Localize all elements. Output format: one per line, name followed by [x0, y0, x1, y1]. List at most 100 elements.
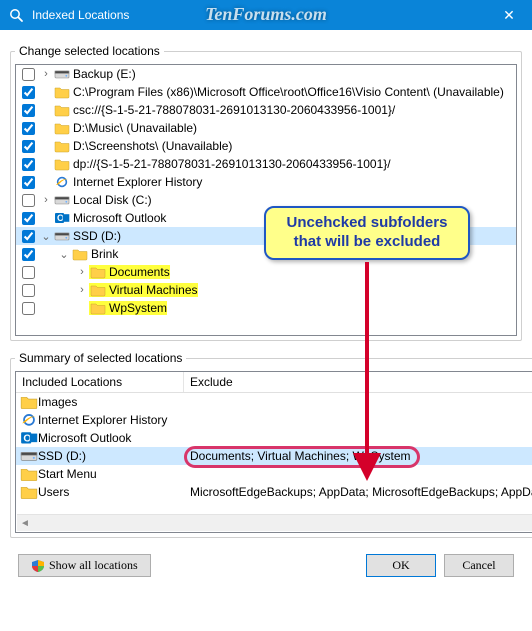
summary-legend: Summary of selected locations — [15, 351, 186, 365]
summary-exclude: MicrosoftEdgeBackups; AppData; Microsoft… — [190, 485, 532, 499]
close-button[interactable]: ✕ — [486, 0, 532, 30]
cancel-button[interactable]: Cancel — [444, 554, 514, 577]
horizontal-scrollbar[interactable]: ◄► — [17, 514, 532, 531]
summary-name: SSD (D:) — [38, 449, 86, 463]
tree-row[interactable]: D:\Screenshots\ (Unavailable) — [16, 137, 516, 155]
chevron-right-icon[interactable]: › — [39, 68, 53, 80]
tree-item-label: Documents — [107, 265, 170, 279]
tree-row[interactable]: csc://{S-1-5-21-788078031-2691013130-206… — [16, 101, 516, 119]
ok-button[interactable]: OK — [366, 554, 436, 577]
tree-item-label: Local Disk (C:) — [71, 193, 152, 207]
client-area: Change selected locations › Backup (E:) C:… — [0, 30, 532, 587]
outlook-icon: O — [20, 430, 38, 446]
folder-icon — [54, 103, 70, 117]
summary-name: Images — [38, 395, 77, 409]
tree-checkbox[interactable] — [22, 140, 35, 153]
drive-icon — [54, 229, 70, 243]
summary-group: Summary of selected locations Included L… — [10, 351, 532, 538]
tree-item-label: D:\Screenshots\ (Unavailable) — [71, 139, 232, 153]
tree-row[interactable]: › Backup (E:) — [16, 65, 516, 83]
tree-row[interactable]: C:\Program Files (x86)\Microsoft Office\… — [16, 83, 516, 101]
tree-item-label: Virtual Machines — [107, 283, 198, 297]
tree-checkbox[interactable] — [22, 104, 35, 117]
summary-name: Internet Explorer History — [38, 413, 167, 427]
folder-icon — [54, 139, 70, 153]
chevron-down-icon[interactable]: ⌄ — [57, 248, 71, 261]
drive-icon — [54, 193, 70, 207]
tree-item-label: csc://{S-1-5-21-788078031-2691013130-206… — [71, 103, 395, 117]
tree-row[interactable]: ⌄ SSD (D:) — [16, 227, 516, 245]
tree-checkbox[interactable] — [22, 176, 35, 189]
summary-exclude: Documents; Virtual Machines; WpSystem — [190, 449, 411, 463]
locations-tree[interactable]: › Backup (E:) C:\Program Files (x86)\Micro… — [15, 64, 517, 336]
tree-checkbox[interactable] — [22, 86, 35, 99]
tree-item-label: D:\Music\ (Unavailable) — [71, 121, 197, 135]
close-icon: ✕ — [503, 7, 515, 24]
tree-checkbox[interactable] — [22, 248, 35, 261]
chevron-right-icon[interactable]: › — [75, 284, 89, 296]
internet-explorer-icon — [54, 175, 70, 189]
summary-row[interactable]: Start Menu — [16, 465, 532, 483]
window-title: Indexed Locations — [32, 8, 129, 22]
change-locations-legend: Change selected locations — [15, 44, 164, 58]
tree-item-label: Brink — [89, 247, 118, 261]
outlook-icon: O — [54, 211, 70, 225]
internet-explorer-icon — [20, 412, 38, 428]
tree-item-label: Backup (E:) — [71, 67, 136, 81]
folder-icon — [90, 283, 106, 297]
shield-icon — [31, 559, 45, 573]
folder-icon — [54, 85, 70, 99]
summary-row[interactable]: SSD (D:) Documents; Virtual Machines; WpS… — [16, 447, 532, 465]
col-exclude[interactable]: Exclude — [184, 372, 532, 392]
tree-item-label: SSD (D:) — [71, 229, 121, 243]
tree-checkbox[interactable] — [22, 266, 35, 279]
summary-row[interactable]: Internet Explorer History — [16, 411, 532, 429]
tree-row[interactable]: › Virtual Machines — [16, 281, 516, 299]
tree-item-label: C:\Program Files (x86)\Microsoft Office\… — [71, 85, 504, 99]
chevron-right-icon[interactable]: › — [39, 194, 53, 206]
tree-checkbox[interactable] — [22, 68, 35, 81]
folder-icon — [54, 121, 70, 135]
tree-row[interactable]: WpSystem — [16, 299, 516, 317]
tree-checkbox[interactable] — [22, 302, 35, 315]
tree-checkbox[interactable] — [22, 122, 35, 135]
summary-name: Users — [38, 485, 69, 499]
title-bar: Indexed Locations ✕ — [0, 0, 532, 30]
folder-icon — [20, 484, 38, 500]
summary-listview[interactable]: Included Locations Exclude Images Interne… — [15, 371, 532, 533]
folder-icon — [90, 265, 106, 279]
summary-row[interactable]: Images — [16, 393, 532, 411]
folder-icon — [20, 394, 38, 410]
tree-row[interactable]: › Local Disk (C:) — [16, 191, 516, 209]
tree-item-label: Internet Explorer History — [71, 175, 202, 189]
change-locations-group: Change selected locations › Backup (E:) C:… — [10, 44, 522, 341]
folder-icon — [20, 466, 38, 482]
tree-checkbox[interactable] — [22, 158, 35, 171]
tree-checkbox[interactable] — [22, 284, 35, 297]
tree-item-label: Microsoft Outlook — [71, 211, 166, 225]
tree-row[interactable]: Internet Explorer History — [16, 173, 516, 191]
drive-icon — [54, 67, 70, 81]
tree-row[interactable]: ⌄ Brink — [16, 245, 516, 263]
tree-row[interactable]: D:\Music\ (Unavailable) — [16, 119, 516, 137]
indexing-icon — [8, 7, 24, 23]
summary-row[interactable]: OMicrosoft Outlook — [16, 429, 532, 447]
summary-name: Start Menu — [38, 467, 97, 481]
summary-header: Included Locations Exclude — [16, 372, 532, 393]
tree-checkbox[interactable] — [22, 212, 35, 225]
tree-checkbox[interactable] — [22, 230, 35, 243]
tree-row[interactable]: OMicrosoft Outlook — [16, 209, 516, 227]
summary-row[interactable]: Users MicrosoftEdgeBackups; AppData; Micr… — [16, 483, 532, 501]
folder-icon — [54, 157, 70, 171]
drive-icon — [20, 448, 38, 464]
col-included[interactable]: Included Locations — [16, 372, 184, 392]
tree-item-label: dp://{S-1-5-21-788078031-2691013130-2060… — [71, 157, 391, 171]
show-all-label: Show all locations — [49, 558, 138, 573]
tree-row[interactable]: dp://{S-1-5-21-788078031-2691013130-2060… — [16, 155, 516, 173]
chevron-right-icon[interactable]: › — [75, 266, 89, 278]
chevron-down-icon[interactable]: ⌄ — [39, 230, 53, 243]
summary-name: Microsoft Outlook — [38, 431, 131, 445]
show-all-locations-button[interactable]: Show all locations — [18, 554, 151, 577]
tree-row[interactable]: › Documents — [16, 263, 516, 281]
tree-checkbox[interactable] — [22, 194, 35, 207]
